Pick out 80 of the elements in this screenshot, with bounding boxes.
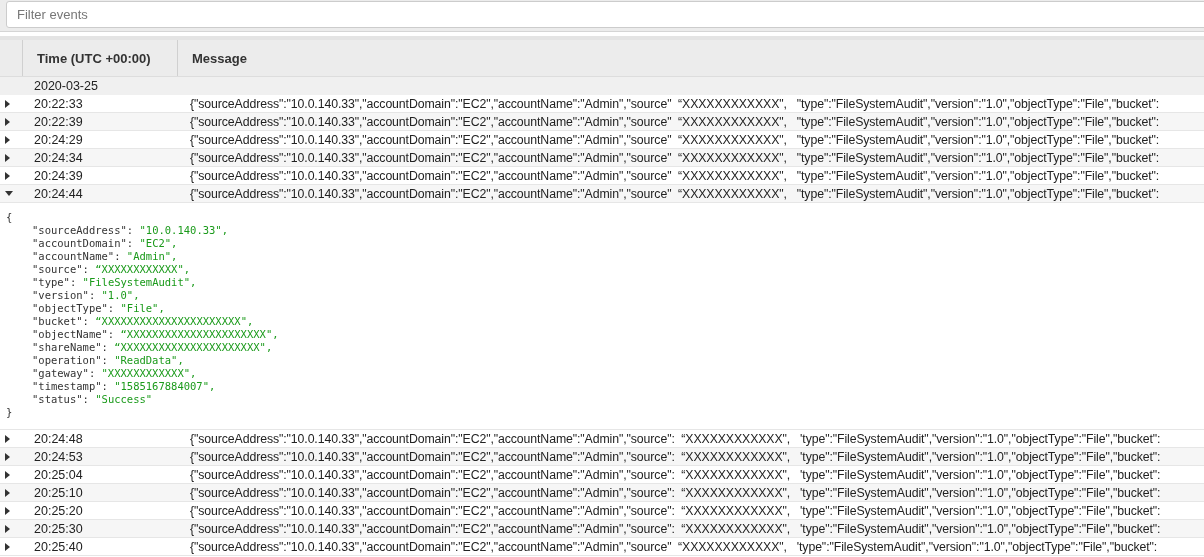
event-time: 20:22:39 <box>34 114 83 129</box>
json-key: "shareName": <box>32 341 108 353</box>
column-header[interactable]: Time (UTC +00:00) <box>37 50 151 66</box>
event-time: 20:25:40 <box>34 539 83 554</box>
caret-right-icon[interactable] <box>5 171 11 180</box>
json-key: "operation": <box>32 354 108 366</box>
event-message: {"sourceAddress":"10.0.140.33","accountDomain":"EC2","accountName":"Admin","source" “XXXXXXXXXXXX", "type":"FileSystemAudit","version":"1.0","objectType":"File","bucket": <box>190 150 1160 165</box>
log-row[interactable]: 20:25:30 {"sourceAddress":"10.0.140.33","accountDomain":"EC2","accountName":"Admin","source": “XXXXXXXXXXXX", 'type":"FileSystemAudit","version":"1.0","objectType":"File","bucket": <box>0 520 1204 538</box>
json-value: "Success" <box>95 393 153 405</box>
filter-events-field[interactable]: Filter events <box>6 1 1204 28</box>
caret-right-icon[interactable] <box>5 135 11 144</box>
event-time: 20:24:39 <box>34 168 83 183</box>
caret-right-icon[interactable] <box>5 452 11 461</box>
event-time: 20:24:48 <box>34 431 83 446</box>
event-time: 20:25:10 <box>34 485 83 500</box>
log-row[interactable]: 20:25:40 {"sourceAddress":"10.0.140.33","accountDomain":"EC2","accountName":"Admin","source" “XXXXXXXXXXXX", 'type":"FileSystemAudit","version":"1.0","objectType":"File","bucket": <box>0 538 1204 556</box>
json-key: "gateway": <box>32 367 96 379</box>
json-value: "ReadData", <box>114 354 184 366</box>
log-row[interactable]: 20:25:10 {"sourceAddress":"10.0.140.33","accountDomain":"EC2","accountName":"Admin","source": “XXXXXXXXXXXX", 'type":"FileSystemAudit","version":"1.0","objectType":"File","bucket": <box>0 484 1204 502</box>
json-key: "objectType": <box>32 302 115 314</box>
event-message: {"sourceAddress":"10.0.140.33","accountDomain":"EC2","accountName":"Admin","source" “XXXXXXXXXXXX", "type":"FileSystemAudit","version":"1.0","objectType":"File","bucket": <box>190 114 1160 129</box>
caret-right-icon[interactable] <box>5 434 11 443</box>
event-message: {"sourceAddress":"10.0.140.33","accountDomain":"EC2","accountName":"Admin","source" “XXXXXXXXXXXX", "type":"FileSystemAudit","version":"1.0","objectType":"File","bucket": <box>190 168 1160 183</box>
event-message: {"sourceAddress":"10.0.140.33","accountDomain":"EC2","accountName":"Admin","source": “XXXXXXXXXXXX", 'type":"FileSystemAudit","version":"1.0","objectType":"File","bucket": <box>190 431 1161 446</box>
json-value: "1.0", <box>101 289 140 301</box>
event-message: {"sourceAddress":"10.0.140.33","accountDomain":"EC2","accountName":"Admin","source": “XXXXXXXXXXXX", 'type":"FileSystemAudit","version":"1.0","objectType":"File","bucket": <box>190 467 1161 482</box>
event-time: 20:22:33 <box>34 96 83 111</box>
log-row[interactable]: 20:22:39 {"sourceAddress":"10.0.140.33","accountDomain":"EC2","accountName":"Admin","source" “XXXXXXXXXXXX", "type":"FileSystemAudit","version":"1.0","objectType":"File","bucket": <box>0 113 1204 131</box>
caret-right-icon[interactable] <box>5 524 11 533</box>
json-key: "status": <box>32 393 89 405</box>
json-key: "accountDomain": <box>32 237 134 249</box>
caret-right-icon[interactable] <box>5 470 11 479</box>
json-key: "source": <box>32 263 89 275</box>
json-value: "XXXXXXXXXXXX", <box>101 367 197 379</box>
event-message: {"sourceAddress":"10.0.140.33","accountDomain":"EC2","accountName":"Admin","source" “XXXXXXXXXXXX", "type":"FileSystemAudit","version":"1.0","objectType":"File","bucket": <box>190 132 1160 147</box>
event-time: 20:24:29 <box>34 132 83 147</box>
column-header[interactable]: Message <box>192 50 247 66</box>
json-key: "sourceAddress": <box>32 224 134 236</box>
log-row[interactable]: 20:24:44 {"sourceAddress":"10.0.140.33","accountDomain":"EC2","accountName":"Admin","source" “XXXXXXXXXXXX", "type":"FileSystemAudit","version":"1.0","objectType":"File","bucket": <box>0 185 1204 203</box>
json-value: "1585167884007", <box>114 380 216 392</box>
event-time: 20:25:20 <box>34 503 83 518</box>
json-value: "EC2", <box>139 237 178 249</box>
json-value: “XXXXXXXXXXXXXXXXXXXXXX", <box>114 341 273 353</box>
json-brace: { <box>6 211 13 223</box>
event-message: {"sourceAddress":"10.0.140.33","accountDomain":"EC2","accountName":"Admin","source" “XXXXXXXXXXXX", "type":"FileSystemAudit","version":"1.0","objectType":"File","bucket": <box>190 96 1160 111</box>
caret-right-icon[interactable] <box>5 117 11 126</box>
event-message: {"sourceAddress":"10.0.140.33","accountDomain":"EC2","accountName":"Admin","source": “XXXXXXXXXXXX", 'type":"FileSystemAudit","version":"1.0","objectType":"File","bucket": <box>190 521 1161 536</box>
log-row[interactable]: 20:24:53 {"sourceAddress":"10.0.140.33","accountDomain":"EC2","accountName":"Admin","source": “XXXXXXXXXXXX", 'type":"FileSystemAudit","version":"1.0","objectType":"File","bucket": <box>0 448 1204 466</box>
caret-right-icon[interactable] <box>5 99 11 108</box>
log-row[interactable]: 20:24:34 {"sourceAddress":"10.0.140.33","accountDomain":"EC2","accountName":"Admin","source" “XXXXXXXXXXXX", "type":"FileSystemAudit","version":"1.0","objectType":"File","bucket": <box>0 149 1204 167</box>
event-time: 20:24:34 <box>34 150 83 165</box>
caret-down-icon[interactable] <box>5 190 13 197</box>
json-value: “XXXXXXXXXXXXXXXXXXXXXX", <box>120 328 279 340</box>
json-value: “XXXXXXXXXXXXXXXXXXXXXX", <box>95 315 254 327</box>
json-key: "bucket": <box>32 315 89 327</box>
event-message: {"sourceAddress":"10.0.140.33","accountDomain":"EC2","accountName":"Admin","source": “XXXXXXXXXXXX", 'type":"FileSystemAudit","version":"1.0","objectType":"File","bucket": <box>190 485 1161 500</box>
event-message: {"sourceAddress":"10.0.140.33","accountDomain":"EC2","accountName":"Admin","source" “XXXXXXXXXXXX", 'type":"FileSystemAudit","version":"1.0","objectType":"File","bucket": <box>190 539 1158 554</box>
json-key: "objectName": <box>32 328 115 340</box>
event-time: 20:25:04 <box>34 467 83 482</box>
event-message: {"sourceAddress":"10.0.140.33","accountDomain":"EC2","accountName":"Admin","source": “XXXXXXXXXXXX", 'type":"FileSystemAudit","version":"1.0","objectType":"File","bucket": <box>190 503 1161 518</box>
caret-right-icon[interactable] <box>5 488 11 497</box>
caret-right-icon[interactable] <box>5 542 11 551</box>
json-value: "File", <box>120 302 165 314</box>
json-key: "timestamp": <box>32 380 108 392</box>
json-value: "FileSystemAudit", <box>82 276 197 288</box>
event-time: 20:24:44 <box>34 186 83 201</box>
json-brace: } <box>6 406 13 418</box>
date-group-label: 2020-03-25 <box>34 79 98 93</box>
caret-right-icon[interactable] <box>5 153 11 162</box>
caret-right-icon[interactable] <box>5 506 11 515</box>
json-key: "accountName": <box>32 250 121 262</box>
event-message: {"sourceAddress":"10.0.140.33","accountDomain":"EC2","accountName":"Admin","source" “XXXXXXXXXXXX", "type":"FileSystemAudit","version":"1.0","objectType":"File","bucket": <box>190 186 1160 201</box>
event-time: 20:25:30 <box>34 521 83 536</box>
json-value: "10.0.140.33", <box>139 224 228 236</box>
json-key: "type": <box>32 276 77 288</box>
json-key: "version": <box>32 289 96 301</box>
event-time: 20:24:53 <box>34 449 83 464</box>
json-value: "Admin", <box>126 250 178 262</box>
json-value: “XXXXXXXXXXXX", <box>95 263 191 275</box>
event-message: {"sourceAddress":"10.0.140.33","accountDomain":"EC2","accountName":"Admin","source": “XXXXXXXXXXXX", 'type":"FileSystemAudit","version":"1.0","objectType":"File","bucket": <box>190 449 1161 464</box>
